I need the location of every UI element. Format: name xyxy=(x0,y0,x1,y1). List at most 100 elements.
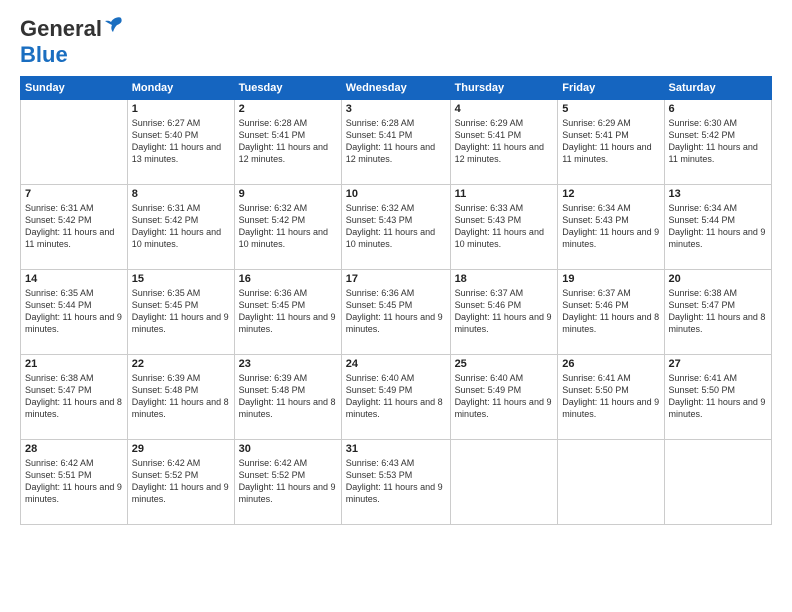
weekday-header: Saturday xyxy=(664,77,771,100)
weekday-header: Thursday xyxy=(450,77,558,100)
cell-sun-info: Sunrise: 6:41 AM Sunset: 5:50 PM Dayligh… xyxy=(562,372,659,421)
cell-sun-info: Sunrise: 6:35 AM Sunset: 5:45 PM Dayligh… xyxy=(132,287,230,336)
cell-sun-info: Sunrise: 6:38 AM Sunset: 5:47 PM Dayligh… xyxy=(25,372,123,421)
cell-date-number: 8 xyxy=(132,188,230,200)
cell-date-number: 20 xyxy=(669,273,767,285)
cell-sun-info: Sunrise: 6:39 AM Sunset: 5:48 PM Dayligh… xyxy=(239,372,337,421)
cell-sun-info: Sunrise: 6:31 AM Sunset: 5:42 PM Dayligh… xyxy=(132,202,230,251)
cell-sun-info: Sunrise: 6:36 AM Sunset: 5:45 PM Dayligh… xyxy=(346,287,446,336)
calendar-cell: 23Sunrise: 6:39 AM Sunset: 5:48 PM Dayli… xyxy=(234,355,341,440)
calendar-cell: 28 Sunrise: 6:42 AM Sunset: 5:51 PM Dayli… xyxy=(21,440,128,525)
calendar-cell: 22 Sunrise: 6:39 AM Sunset: 5:48 PM Dayli… xyxy=(127,355,234,440)
cell-sun-info: Sunrise: 6:38 AM Sunset: 5:47 PM Dayligh… xyxy=(669,287,767,336)
cell-sun-info: Sunrise: 6:32 AM Sunset: 5:43 PM Dayligh… xyxy=(346,202,446,251)
calendar-cell: 29 Sunrise: 6:42 AM Sunset: 5:52 PM Dayli… xyxy=(127,440,234,525)
cell-sun-info: Sunrise: 6:42 AM Sunset: 5:52 PM Dayligh… xyxy=(132,457,230,506)
calendar-week-row: 1 Sunrise: 6:27 AM Sunset: 5:40 PM Daylig… xyxy=(21,100,772,185)
page: General Blue SundayMondayTuesdayWednesda… xyxy=(0,0,792,612)
calendar-cell xyxy=(21,100,128,185)
calendar-cell: 30 Sunrise: 6:42 AM Sunset: 5:52 PM Dayli… xyxy=(234,440,341,525)
cell-sun-info: Sunrise: 6:41 AM Sunset: 5:50 PM Dayligh… xyxy=(669,372,767,421)
cell-sun-info: Sunrise: 6:29 AM Sunset: 5:41 PM Dayligh… xyxy=(455,117,554,166)
cell-date-number: 25 xyxy=(455,358,554,370)
cell-sun-info: Sunrise: 6:35 AM Sunset: 5:44 PM Dayligh… xyxy=(25,287,123,336)
calendar-cell: 17 Sunrise: 6:36 AM Sunset: 5:45 PM Dayli… xyxy=(341,270,450,355)
cell-sun-info: Sunrise: 6:39 AM Sunset: 5:48 PM Dayligh… xyxy=(132,372,230,421)
cell-date-number: 21 xyxy=(25,358,123,370)
cell-sun-info: Sunrise: 6:30 AM Sunset: 5:42 PM Dayligh… xyxy=(669,117,767,166)
cell-sun-info: Sunrise: 6:34 AM Sunset: 5:44 PM Dayligh… xyxy=(669,202,767,251)
calendar-cell: 9Sunrise: 6:32 AM Sunset: 5:42 PM Daylig… xyxy=(234,185,341,270)
calendar-cell: 19 Sunrise: 6:37 AM Sunset: 5:46 PM Dayli… xyxy=(558,270,664,355)
calendar-cell xyxy=(450,440,558,525)
calendar-cell xyxy=(558,440,664,525)
calendar-week-row: 7 Sunrise: 6:31 AM Sunset: 5:42 PM Daylig… xyxy=(21,185,772,270)
calendar-week-row: 28 Sunrise: 6:42 AM Sunset: 5:51 PM Dayli… xyxy=(21,440,772,525)
calendar-cell: 1 Sunrise: 6:27 AM Sunset: 5:40 PM Daylig… xyxy=(127,100,234,185)
cell-date-number: 7 xyxy=(25,188,123,200)
calendar-cell: 5 Sunrise: 6:29 AM Sunset: 5:41 PM Daylig… xyxy=(558,100,664,185)
cell-date-number: 27 xyxy=(669,358,767,370)
cell-date-number: 17 xyxy=(346,273,446,285)
cell-sun-info: Sunrise: 6:27 AM Sunset: 5:40 PM Dayligh… xyxy=(132,117,230,166)
cell-date-number: 3 xyxy=(346,103,446,115)
cell-date-number: 18 xyxy=(455,273,554,285)
calendar-cell: 7Sunrise: 6:31 AM Sunset: 5:42 PM Daylig… xyxy=(21,185,128,270)
cell-date-number: 14 xyxy=(25,273,123,285)
header: General Blue xyxy=(20,16,772,68)
weekday-header: Monday xyxy=(127,77,234,100)
calendar-cell: 24Sunrise: 6:40 AM Sunset: 5:49 PM Dayli… xyxy=(341,355,450,440)
cell-sun-info: Sunrise: 6:28 AM Sunset: 5:41 PM Dayligh… xyxy=(239,117,337,166)
calendar-cell: 26Sunrise: 6:41 AM Sunset: 5:50 PM Dayli… xyxy=(558,355,664,440)
cell-date-number: 13 xyxy=(669,188,767,200)
cell-sun-info: Sunrise: 6:33 AM Sunset: 5:43 PM Dayligh… xyxy=(455,202,554,251)
cell-date-number: 24 xyxy=(346,358,446,370)
cell-date-number: 9 xyxy=(239,188,337,200)
cell-sun-info: Sunrise: 6:36 AM Sunset: 5:45 PM Dayligh… xyxy=(239,287,337,336)
cell-date-number: 15 xyxy=(132,273,230,285)
calendar-cell: 6 Sunrise: 6:30 AM Sunset: 5:42 PM Daylig… xyxy=(664,100,771,185)
calendar-cell: 12 Sunrise: 6:34 AM Sunset: 5:43 PM Dayli… xyxy=(558,185,664,270)
calendar-cell: 10 Sunrise: 6:32 AM Sunset: 5:43 PM Dayli… xyxy=(341,185,450,270)
cell-sun-info: Sunrise: 6:28 AM Sunset: 5:41 PM Dayligh… xyxy=(346,117,446,166)
logo: General Blue xyxy=(20,16,125,68)
cell-sun-info: Sunrise: 6:42 AM Sunset: 5:52 PM Dayligh… xyxy=(239,457,337,506)
calendar-cell: 4Sunrise: 6:29 AM Sunset: 5:41 PM Daylig… xyxy=(450,100,558,185)
cell-date-number: 22 xyxy=(132,358,230,370)
cell-date-number: 11 xyxy=(455,188,554,200)
logo-blue: Blue xyxy=(20,42,68,67)
cell-date-number: 1 xyxy=(132,103,230,115)
cell-sun-info: Sunrise: 6:40 AM Sunset: 5:49 PM Dayligh… xyxy=(455,372,554,421)
cell-sun-info: Sunrise: 6:29 AM Sunset: 5:41 PM Dayligh… xyxy=(562,117,659,166)
cell-sun-info: Sunrise: 6:34 AM Sunset: 5:43 PM Dayligh… xyxy=(562,202,659,251)
calendar-cell: 16 Sunrise: 6:36 AM Sunset: 5:45 PM Dayli… xyxy=(234,270,341,355)
cell-date-number: 30 xyxy=(239,443,337,455)
calendar-cell xyxy=(664,440,771,525)
cell-date-number: 29 xyxy=(132,443,230,455)
calendar-week-row: 14 Sunrise: 6:35 AM Sunset: 5:44 PM Dayli… xyxy=(21,270,772,355)
weekday-header: Tuesday xyxy=(234,77,341,100)
cell-sun-info: Sunrise: 6:37 AM Sunset: 5:46 PM Dayligh… xyxy=(455,287,554,336)
cell-date-number: 28 xyxy=(25,443,123,455)
calendar-cell: 13 Sunrise: 6:34 AM Sunset: 5:44 PM Dayli… xyxy=(664,185,771,270)
calendar-cell: 20 Sunrise: 6:38 AM Sunset: 5:47 PM Dayli… xyxy=(664,270,771,355)
cell-sun-info: Sunrise: 6:42 AM Sunset: 5:51 PM Dayligh… xyxy=(25,457,123,506)
calendar-cell: 15 Sunrise: 6:35 AM Sunset: 5:45 PM Dayli… xyxy=(127,270,234,355)
cell-date-number: 2 xyxy=(239,103,337,115)
cell-date-number: 10 xyxy=(346,188,446,200)
calendar-cell: 18 Sunrise: 6:37 AM Sunset: 5:46 PM Dayli… xyxy=(450,270,558,355)
calendar-cell: 31Sunrise: 6:43 AM Sunset: 5:53 PM Dayli… xyxy=(341,440,450,525)
calendar-cell: 8 Sunrise: 6:31 AM Sunset: 5:42 PM Daylig… xyxy=(127,185,234,270)
cell-date-number: 16 xyxy=(239,273,337,285)
calendar-cell: 2 Sunrise: 6:28 AM Sunset: 5:41 PM Daylig… xyxy=(234,100,341,185)
calendar-table: SundayMondayTuesdayWednesdayThursdayFrid… xyxy=(20,76,772,525)
cell-date-number: 6 xyxy=(669,103,767,115)
logo-general: General xyxy=(20,16,102,42)
cell-sun-info: Sunrise: 6:43 AM Sunset: 5:53 PM Dayligh… xyxy=(346,457,446,506)
weekday-header: Friday xyxy=(558,77,664,100)
weekday-header: Wednesday xyxy=(341,77,450,100)
cell-sun-info: Sunrise: 6:37 AM Sunset: 5:46 PM Dayligh… xyxy=(562,287,659,336)
cell-date-number: 5 xyxy=(562,103,659,115)
cell-date-number: 12 xyxy=(562,188,659,200)
cell-date-number: 19 xyxy=(562,273,659,285)
